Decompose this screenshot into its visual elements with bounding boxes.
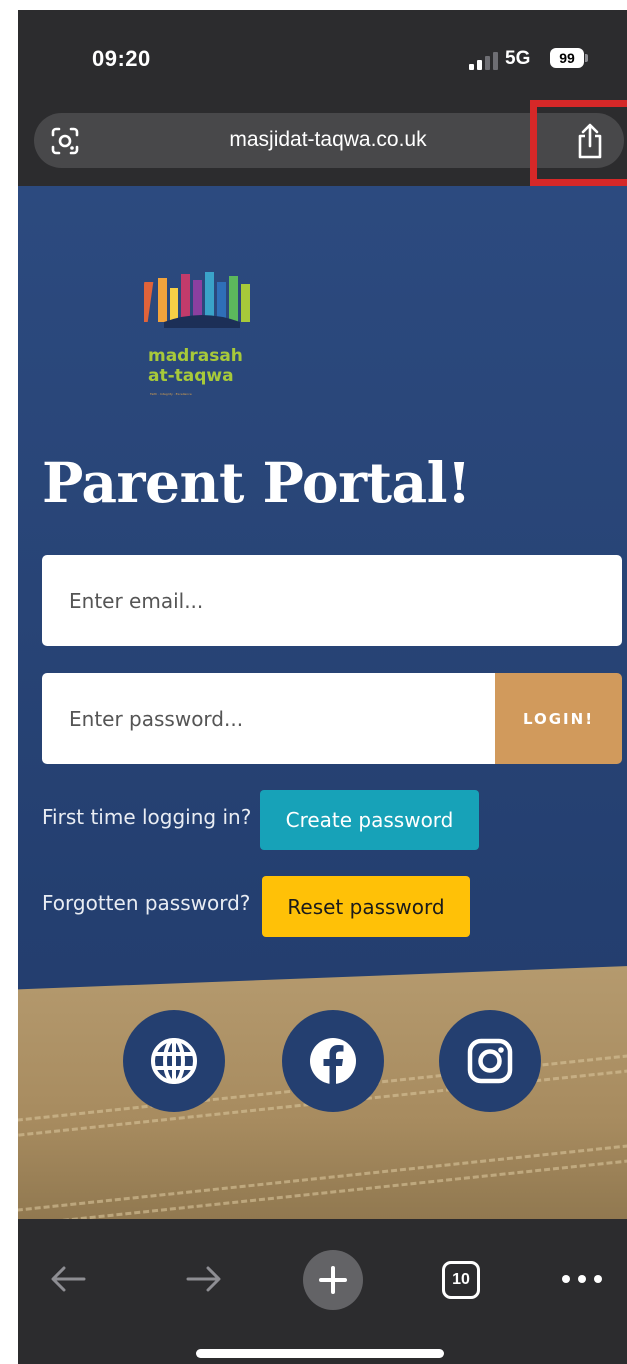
home-indicator[interactable] (196, 1349, 444, 1358)
login-button[interactable]: LOGIN! (495, 673, 622, 764)
tab-switcher-button[interactable]: 10 (442, 1261, 480, 1299)
reset-password-button[interactable]: Reset password (262, 876, 470, 937)
phone-screen: 09:20 5G 99 masjidat-taqwa.co.uk madrasa… (18, 10, 627, 1364)
back-arrow-icon[interactable] (50, 1265, 86, 1293)
network-type: 5G (505, 48, 531, 69)
logo-tagline: Faith · Integrity · Excellence (150, 392, 192, 396)
lens-icon[interactable] (50, 126, 80, 156)
create-password-button[interactable]: Create password (260, 790, 479, 850)
more-options-icon[interactable] (560, 1270, 604, 1288)
battery-icon: 99 (550, 48, 584, 68)
password-field[interactable] (42, 673, 495, 764)
forgotten-password-label: Forgotten password? (42, 891, 251, 915)
url-text[interactable]: masjidat-taqwa.co.uk (148, 128, 508, 152)
logo-bars-icon (144, 272, 250, 328)
instagram-button[interactable] (439, 1010, 541, 1112)
page-title: Parent Portal! (42, 450, 471, 515)
instagram-icon (467, 1038, 513, 1084)
carpet-pattern (18, 1141, 627, 1219)
facebook-icon (310, 1038, 356, 1084)
new-tab-button[interactable] (303, 1250, 363, 1310)
madrasah-logo: madrasah at-taqwa Faith · Integrity · Ex… (144, 270, 259, 405)
website-button[interactable] (123, 1010, 225, 1112)
signal-icon (469, 52, 498, 70)
logo-text: madrasah (148, 346, 243, 366)
facebook-button[interactable] (282, 1010, 384, 1112)
email-field[interactable] (42, 555, 622, 646)
forward-arrow-icon[interactable] (186, 1265, 222, 1293)
logo-text: at-taqwa (148, 366, 234, 386)
status-time: 09:20 (92, 46, 151, 71)
first-time-label: First time logging in? (42, 805, 252, 829)
plus-icon (319, 1266, 347, 1294)
share-highlight-box (530, 100, 627, 186)
battery-tip (585, 54, 588, 62)
globe-icon (151, 1038, 197, 1084)
